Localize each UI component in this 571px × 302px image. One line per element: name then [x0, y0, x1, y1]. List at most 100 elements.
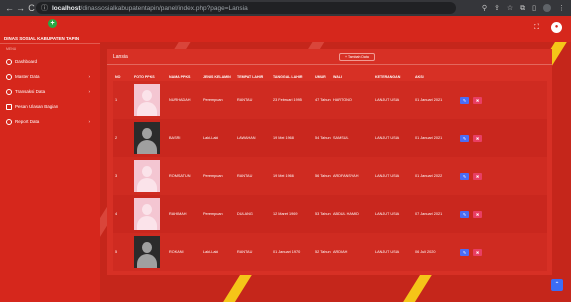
row-number: 5: [115, 250, 118, 254]
edit-button[interactable]: ✎: [460, 134, 469, 142]
sidebar-icon[interactable]: ▯: [532, 4, 536, 12]
birthdate-cell: 19 Mei 1966: [273, 174, 294, 178]
birthdate-cell: 19 Mei 1968: [273, 136, 294, 140]
date-cell: 01 Januari 2021: [415, 98, 443, 102]
sidebar-item-transaksi-data[interactable]: Transaksi Data ›: [0, 84, 100, 99]
search-icon[interactable]: ⚲: [482, 4, 487, 12]
guardian-cell: ARDIAH: [333, 250, 348, 254]
site-info-icon[interactable]: ⓘ: [41, 3, 48, 13]
sidebar: + DINAS SOSIAL KABUPATEN TAPIN MENU Dash…: [0, 16, 100, 302]
note-cell: LANJUT USIA: [375, 250, 400, 254]
birthplace-cell: DULANG: [237, 212, 253, 216]
edit-button[interactable]: ✎: [460, 172, 469, 180]
guardian-cell: SAMSUL: [333, 136, 349, 140]
birthdate-cell: 01 Januari 1970: [273, 250, 301, 254]
forward-button[interactable]: →: [15, 0, 26, 16]
menu-icon[interactable]: ⋮: [558, 4, 565, 12]
sidebar-item-label: Master Data: [15, 74, 40, 79]
date-cell: 01 Januari 2022: [415, 174, 443, 178]
brand-title: DINAS SOSIAL KABUPATEN TAPIN: [4, 36, 80, 41]
age-cell: 56 Tahun: [315, 174, 331, 178]
folder-icon: [6, 73, 12, 80]
row-number: 1: [115, 98, 118, 102]
date-cell: 01 Januari 2021: [415, 136, 443, 140]
note-cell: LANJUT USIA: [375, 174, 400, 178]
age-cell: 52 Tahun: [315, 250, 331, 254]
photo-cell: [134, 84, 169, 116]
sidebar-item-label: Report Data: [15, 119, 40, 124]
note-cell: LANJUT USIA: [375, 212, 400, 216]
sidebar-item-label: Pesan Ulasan Bagian: [15, 104, 59, 109]
sidebar-item-report-data[interactable]: Report Data ›: [0, 114, 100, 129]
avatar-male-icon: [134, 122, 160, 154]
column-header: NO: [115, 75, 121, 79]
photo-cell: [134, 236, 169, 268]
profile-icon[interactable]: [543, 4, 551, 12]
delete-button[interactable]: ✖: [473, 172, 482, 180]
date-cell: 07 Januari 2021: [415, 212, 443, 216]
gender-cell: Perempuan: [203, 174, 223, 178]
delete-button[interactable]: ✖: [473, 134, 482, 142]
column-header: TANGGAL LAHIR: [273, 75, 303, 79]
birthdate-cell: 12 Maret 1969: [273, 212, 298, 216]
sidebar-item-master-data[interactable]: Master Data ›: [0, 69, 100, 84]
avatar-female-icon: [134, 160, 160, 192]
address-bar[interactable]: ⓘ localhost /dinassosialkabupatentapin/p…: [36, 2, 456, 14]
age-cell: 53 Tahun: [315, 212, 331, 216]
table-row: 3 ROMSATUN Perempuan RANTAU 19 Mei 1966 …: [113, 157, 547, 195]
row-actions: ✎ ✖: [460, 248, 500, 256]
sidebar-item-label: Transaksi Data: [15, 89, 46, 94]
back-button[interactable]: ←: [4, 0, 15, 16]
add-data-button[interactable]: + Tambah Data: [339, 53, 375, 61]
note-cell: LANJUT USIA: [375, 136, 400, 140]
photo-cell: [134, 122, 169, 154]
edit-button[interactable]: ✎: [460, 96, 469, 104]
delete-button[interactable]: ✖: [473, 210, 482, 218]
name-cell: NURHADAH: [169, 98, 191, 102]
guardian-cell: ABDUL HAMID: [333, 212, 359, 216]
table-row: 1 NURHADAH Perempuan RANTAU 23 Februari …: [113, 81, 547, 119]
avatar-female-icon: [134, 198, 160, 230]
scroll-to-top-button[interactable]: ⌃: [551, 279, 563, 291]
birthplace-cell: LAWAHAN: [237, 136, 256, 140]
row-number: 2: [115, 136, 118, 140]
table-header: NO FOTO PPKS NAMA PPKS JENIS KELAMIN TEM…: [113, 73, 547, 81]
avatar[interactable]: ●: [551, 22, 562, 33]
sidebar-item-dashboard[interactable]: Dashboard: [0, 54, 100, 69]
brand-logo-icon: +: [48, 19, 57, 28]
birthplace-cell: RANTAU: [237, 250, 253, 254]
edit-button[interactable]: ✎: [460, 210, 469, 218]
card-header: Lansia + Tambah Data: [107, 49, 552, 65]
edit-button[interactable]: ✎: [460, 248, 469, 256]
sidebar-item-pesan[interactable]: Pesan Ulasan Bagian: [0, 99, 100, 114]
message-icon: [6, 103, 12, 110]
star-icon[interactable]: ☆: [507, 4, 513, 12]
chevron-right-icon: ›: [88, 89, 91, 94]
age-cell: 54 Tahun: [315, 136, 331, 140]
birthplace-cell: RANTAU: [237, 174, 253, 178]
share-icon[interactable]: ⇪: [494, 4, 500, 12]
transaction-icon: [6, 88, 12, 95]
table-row: 4 RAHIMAH Perempuan DULANG 12 Maret 1969…: [113, 195, 547, 233]
dashboard-icon: [6, 58, 12, 65]
guardian-cell: HARTONO: [333, 98, 352, 102]
column-header: UMUR: [315, 75, 326, 79]
age-cell: 47 Tahun: [315, 98, 331, 102]
name-cell: RAHIMAH: [169, 212, 187, 216]
column-header: TEMPAT LAHIR: [237, 75, 264, 79]
column-header: WALI: [333, 75, 342, 79]
table-row: 2 BASRI Laki-Laki LAWAHAN 19 Mei 1968 54…: [113, 119, 547, 157]
chevron-right-icon: ›: [88, 74, 91, 79]
brand[interactable]: + DINAS SOSIAL KABUPATEN TAPIN: [0, 16, 100, 44]
row-actions: ✎ ✖: [460, 210, 500, 218]
fullscreen-icon[interactable]: ⛶: [534, 24, 539, 32]
url-path: /dinassosialkabupatentapin/panel/index.p…: [80, 4, 248, 12]
extensions-icon[interactable]: ⧉: [520, 4, 525, 13]
delete-button[interactable]: ✖: [473, 96, 482, 104]
table-row: 5 ROKANI Laki-Laki RANTAU 01 Januari 197…: [113, 233, 547, 271]
photo-cell: [134, 160, 169, 192]
delete-button[interactable]: ✖: [473, 248, 482, 256]
column-header: JENIS KELAMIN: [203, 75, 231, 79]
gender-cell: Perempuan: [203, 98, 223, 102]
row-actions: ✎ ✖: [460, 134, 500, 142]
